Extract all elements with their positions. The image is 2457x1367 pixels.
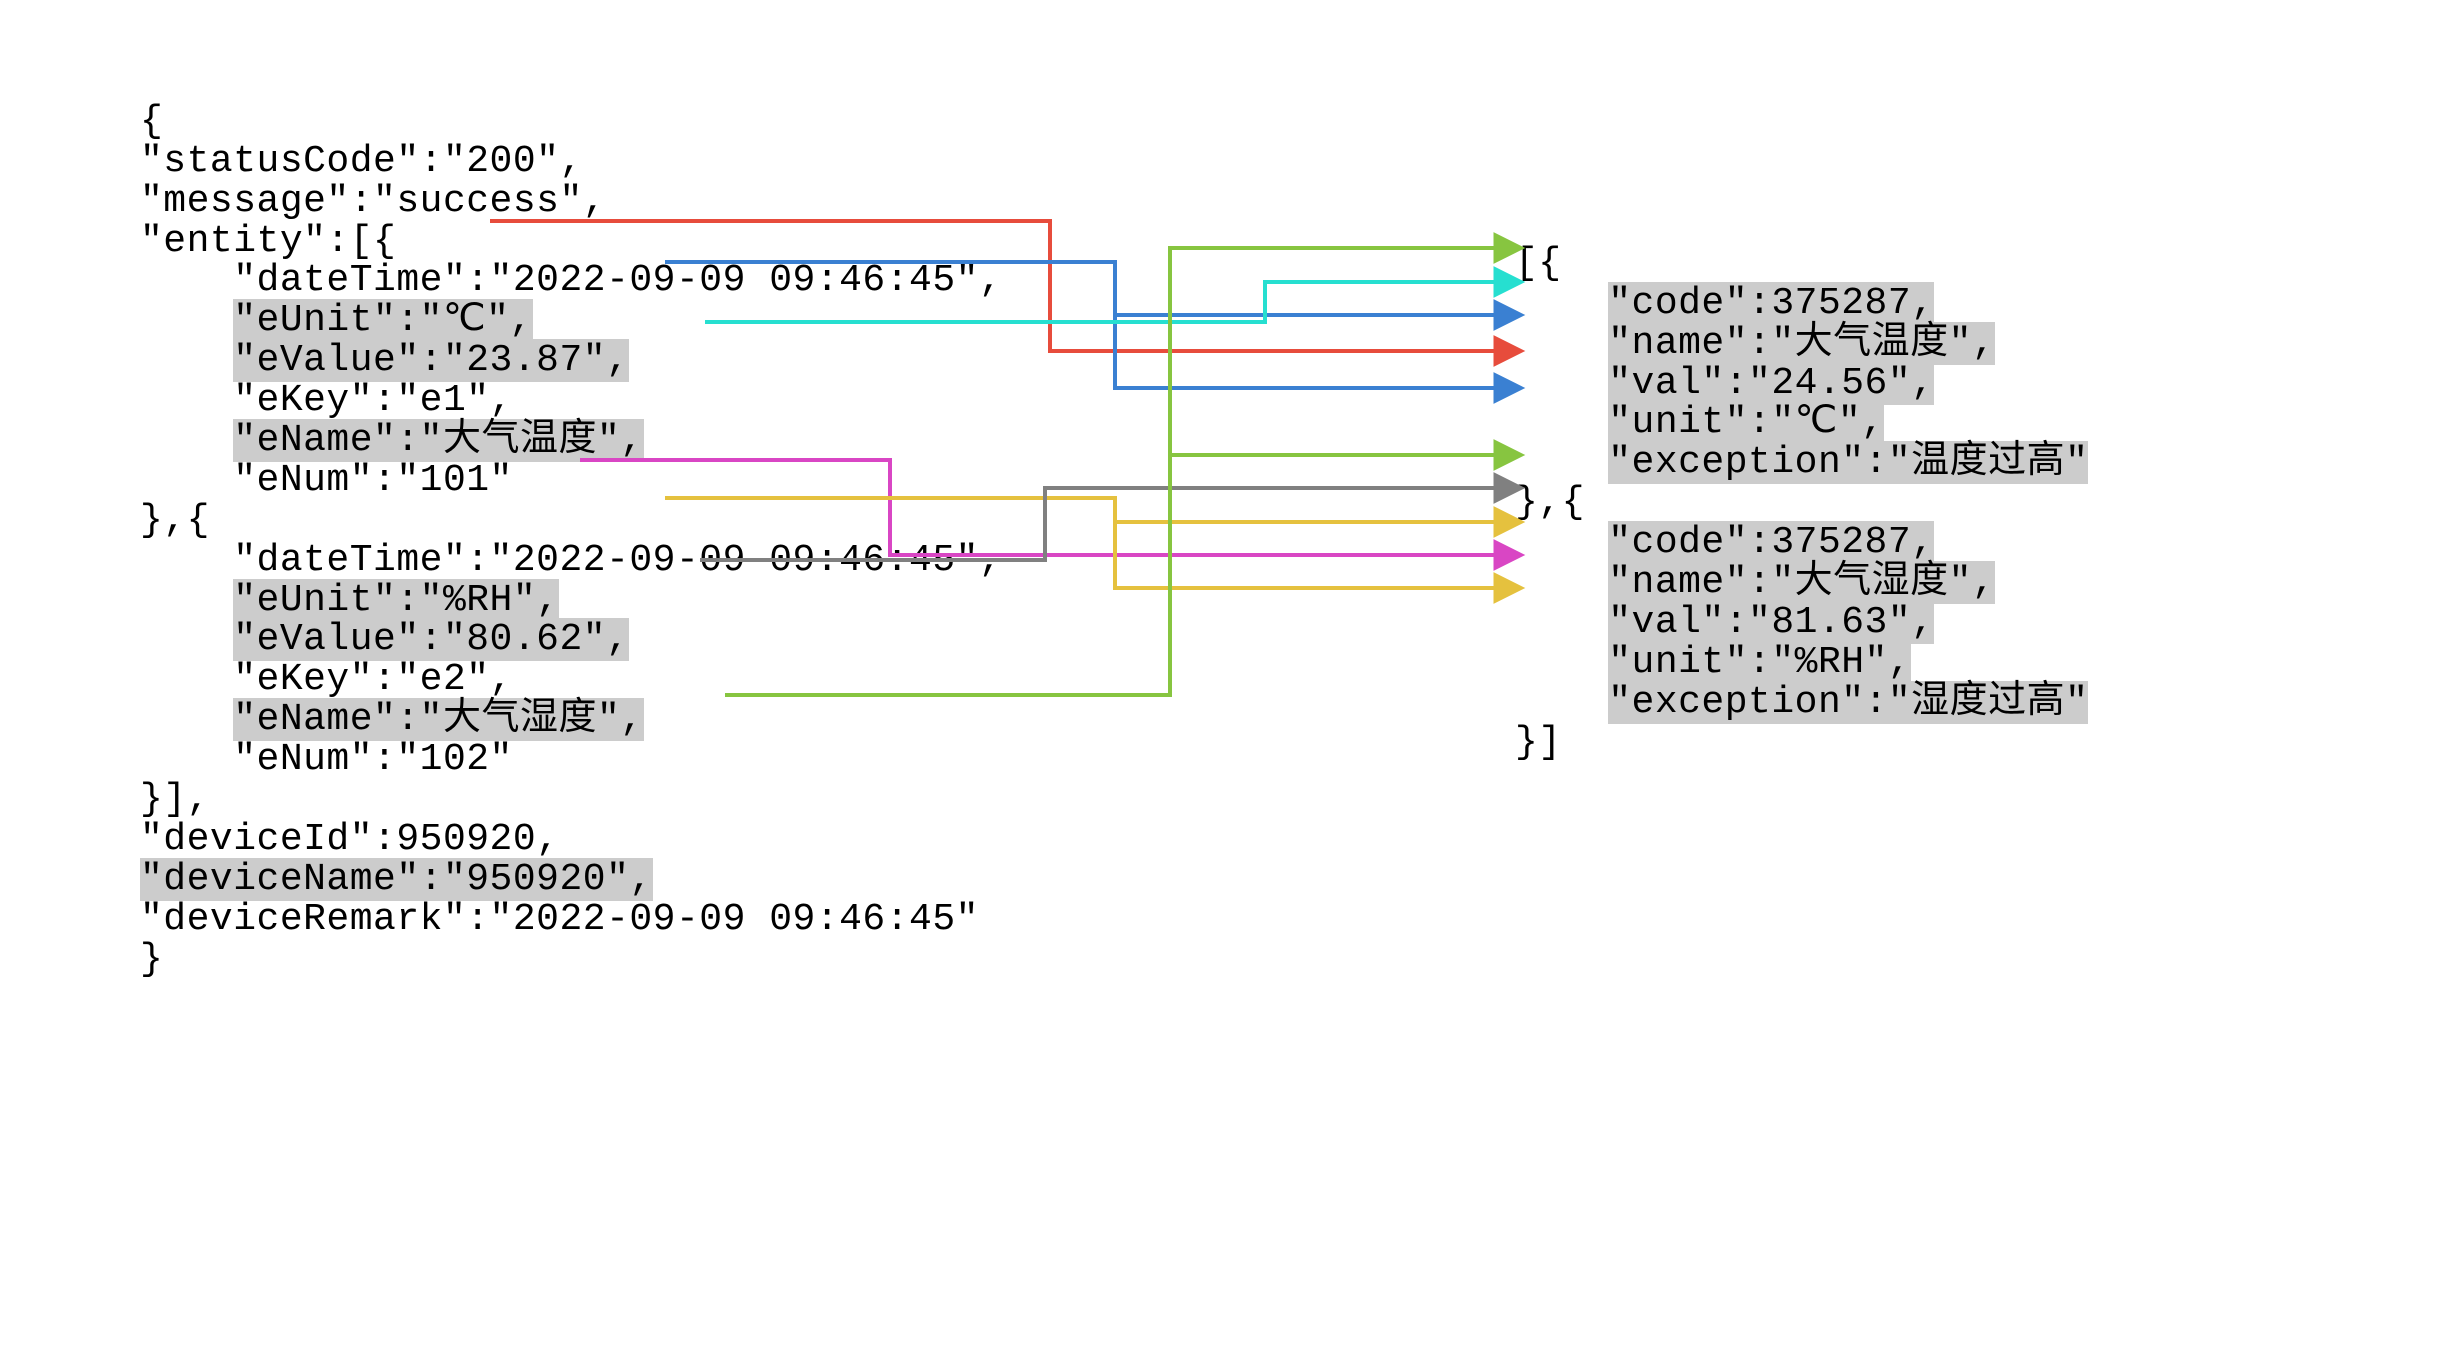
highlight-ename-temp: "eName":"大气温度", [233,419,643,462]
highlight-exception-temp: "exception":"温度过高" [1608,441,2088,484]
code-line: "eName":"大气温度", [140,419,644,462]
code-line: "dateTime":"2022-09-09 09:46:45", [140,539,1002,582]
highlight-eunit-c: "eUnit":"℃", [233,299,533,342]
highlight-unit-c: "unit":"℃", [1608,401,1884,444]
code-line: "deviceId":950920, [140,818,559,861]
code-line: "dateTime":"2022-09-09 09:46:45", [140,259,1002,302]
code-line: "eUnit":"%RH", [140,579,559,622]
code-line: "exception":"温度过高" [1515,441,2088,484]
code-line: "eNum":"101" [140,459,513,502]
highlight-code-1: "code":375287, [1608,282,1934,325]
code-line: "eNum":"102" [140,738,513,781]
code-line: "unit":"℃", [1515,401,1884,444]
target-json-block: [{ "code":375287, "name":"大气温度", "val":"… [1515,204,2088,762]
highlight-evalue-temp: "eValue":"23.87", [233,339,629,382]
code-line: "eName":"大气湿度", [140,698,644,741]
code-line: { [140,100,163,143]
code-line: "entity":[{ [140,220,396,263]
code-line: "name":"大气温度", [1515,322,1995,365]
highlight-name-temp: "name":"大气温度", [1608,322,1995,365]
code-line: [{ [1515,242,1562,285]
highlight-exception-hum: "exception":"湿度过高" [1608,681,2088,724]
code-line: "val":"24.56", [1515,362,1934,405]
arrow-evalue-temp-2 [1115,315,1520,388]
code-line: "code":375287, [1515,282,1934,325]
code-line: "deviceRemark":"2022-09-09 09:46:45" [140,898,979,941]
code-line: "val":"81.63", [1515,601,1934,644]
code-line: "eUnit":"℃", [140,299,533,342]
code-line: }], [140,778,210,821]
code-line: "code":375287, [1515,521,1934,564]
code-line: "message":"success", [140,180,606,223]
highlight-val-hum: "val":"81.63", [1608,601,1934,644]
code-line: "eKey":"e2", [140,658,513,701]
source-json-block: { "statusCode":"200", "message":"success… [140,62,1002,979]
highlight-eunit-rh: "eUnit":"%RH", [233,579,559,622]
highlight-name-hum: "name":"大气湿度", [1608,561,1995,604]
code-line: "name":"大气湿度", [1515,561,1995,604]
code-line: },{ [1515,481,1585,524]
highlight-unit-rh: "unit":"%RH", [1608,641,1911,684]
highlight-devicename: "deviceName":"950920", [140,858,653,901]
code-line: "unit":"%RH", [1515,641,1911,684]
highlight-val-temp: "val":"24.56", [1608,362,1934,405]
code-line: "eValue":"80.62", [140,618,629,661]
highlight-ename-hum: "eName":"大气湿度", [233,698,643,741]
code-line: "eKey":"e1", [140,379,513,422]
code-line: }] [1515,721,1562,764]
code-line: "eValue":"23.87", [140,339,629,382]
code-line: "deviceName":"950920", [140,858,653,901]
code-line: } [140,938,163,981]
arrow-evalue-hum-2 [1115,522,1520,588]
code-line: "exception":"湿度过高" [1515,681,2088,724]
highlight-evalue-hum: "eValue":"80.62", [233,618,629,661]
code-line: },{ [140,499,210,542]
highlight-code-2: "code":375287, [1608,521,1934,564]
code-line: "statusCode":"200", [140,140,583,183]
